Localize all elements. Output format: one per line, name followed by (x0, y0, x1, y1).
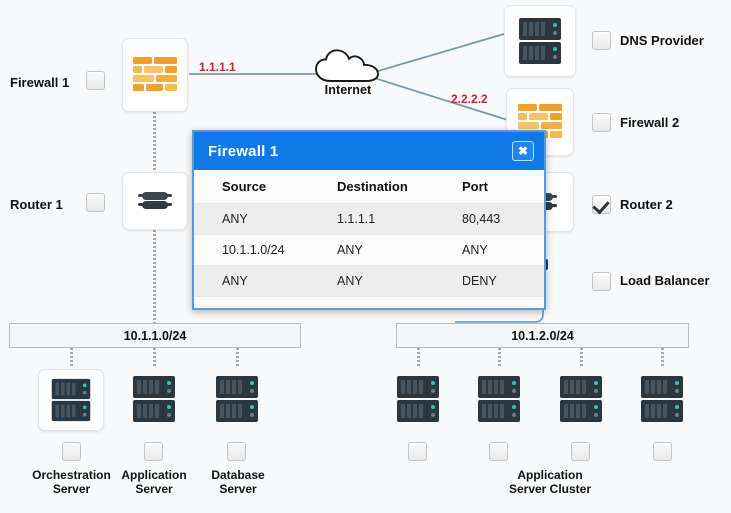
checkbox-cluster-server-3[interactable] (571, 442, 590, 461)
table-row[interactable]: 10.1.1.0/24 ANY ANY (194, 235, 544, 266)
cloud-icon (314, 48, 382, 84)
label-load-balancer: Load Balancer (620, 273, 710, 288)
server-icon (214, 375, 260, 423)
link-subnet2-server4 (661, 348, 664, 368)
server-icon (518, 17, 562, 65)
subnet-bar-10-1-2-0[interactable]: 10.1.2.0/24 (396, 323, 689, 348)
link-router1-subnet1 (153, 230, 156, 323)
label-router2: Router 2 (620, 197, 673, 212)
label-line1: Database (211, 468, 264, 482)
dialog-title: Firewall 1 (208, 143, 278, 160)
checkbox-orchestration-server[interactable] (62, 442, 81, 461)
table-body: ANY 1.1.1.1 80,443 10.1.1.0/24 ANY ANY A… (194, 204, 544, 297)
link-subnet1-server2 (153, 348, 156, 368)
column-header-port: Port (446, 170, 544, 204)
router-icon (138, 190, 172, 212)
server-icon (131, 375, 177, 423)
checkbox-load-balancer[interactable] (592, 272, 611, 291)
link-subnet1-server3 (236, 348, 239, 368)
node-cluster-server-1[interactable] (392, 372, 444, 426)
internet-cloud: Internet (310, 48, 386, 97)
checkbox-cluster-server-1[interactable] (408, 442, 427, 461)
checkbox-database-server[interactable] (227, 442, 246, 461)
column-header-destination: Destination (327, 170, 446, 204)
label-firewall2: Firewall 2 (620, 115, 679, 130)
cell-destination: 1.1.1.1 (327, 204, 446, 235)
cell-destination: ANY (327, 266, 446, 297)
node-cluster-server-3[interactable] (555, 372, 607, 426)
link-subnet1-server1 (70, 348, 73, 368)
node-cluster-server-4[interactable] (636, 372, 688, 426)
cell-port: ANY (446, 235, 544, 266)
checkbox-firewall1[interactable] (86, 71, 105, 90)
cell-source: ANY (194, 266, 327, 297)
label-orchestration-server: Orchestration Server (15, 468, 128, 497)
column-header-source: Source (194, 170, 327, 204)
label-line1: Application (517, 468, 582, 482)
link-subnet2-server2 (498, 348, 501, 368)
link-firewall1-router1 (153, 112, 156, 172)
link-internet-firewall2 (368, 72, 518, 126)
label-firewall1: Firewall 1 (10, 75, 69, 90)
table-row[interactable]: ANY ANY DENY (194, 266, 544, 297)
table-header-row: Source Destination Port (194, 170, 544, 204)
dialog-body: Source Destination Port ANY 1.1.1.1 80,4… (194, 170, 544, 308)
cell-port: 80,443 (446, 204, 544, 235)
label-application-server: Application Server (113, 468, 195, 497)
node-firewall1[interactable] (122, 38, 188, 112)
network-diagram-canvas: Internet Firewall 1 1.1.1.1 Router 1 (0, 0, 731, 513)
label-line1: Orchestration (32, 468, 111, 482)
close-icon[interactable]: ✖ (512, 141, 534, 161)
server-icon (476, 375, 522, 423)
checkbox-cluster-server-2[interactable] (489, 442, 508, 461)
checkbox-firewall2[interactable] (592, 113, 611, 132)
label-database-server: Database Server (198, 468, 278, 497)
server-icon (558, 375, 604, 423)
node-cluster-server-2[interactable] (473, 372, 525, 426)
label-line2: Server (135, 482, 172, 496)
cell-port: DENY (446, 266, 544, 297)
cell-source: ANY (194, 204, 327, 235)
firewall-rules-dialog[interactable]: Firewall 1 ✖ Source Destination Port ANY… (192, 130, 546, 310)
label-line2: Server Cluster (509, 482, 591, 496)
checkbox-router2[interactable] (592, 195, 611, 214)
node-dns-provider[interactable] (504, 5, 576, 77)
dialog-title-bar: Firewall 1 ✖ (194, 132, 544, 170)
label-line2: Server (219, 482, 256, 496)
firewall-rules-table: Source Destination Port ANY 1.1.1.1 80,4… (194, 170, 544, 297)
checkbox-cluster-server-4[interactable] (653, 442, 672, 461)
node-router1[interactable] (122, 172, 188, 230)
table-row[interactable]: ANY 1.1.1.1 80,443 (194, 204, 544, 235)
label-dns-provider: DNS Provider (620, 33, 704, 48)
link-subnet2-server1 (417, 348, 420, 368)
server-icon (639, 375, 685, 423)
label-line1: Application (121, 468, 186, 482)
cell-source: 10.1.1.0/24 (194, 235, 327, 266)
ip-label-2222: 2.2.2.2 (451, 92, 488, 106)
internet-cloud-label: Internet (310, 83, 386, 97)
node-database-server[interactable] (211, 372, 263, 426)
cell-destination: ANY (327, 235, 446, 266)
node-orchestration-server[interactable] (38, 369, 104, 431)
server-icon (395, 375, 441, 423)
label-line2: Server (53, 482, 90, 496)
subnet-bar-10-1-1-0[interactable]: 10.1.1.0/24 (9, 323, 301, 348)
checkbox-router1[interactable] (86, 193, 105, 212)
subnet-label: 10.1.2.0/24 (511, 329, 574, 343)
table-header: Source Destination Port (194, 170, 544, 204)
link-internet-dns (368, 30, 508, 78)
label-router1: Router 1 (10, 197, 63, 212)
link-subnet2-server3 (580, 348, 583, 368)
ip-label-1111: 1.1.1.1 (199, 60, 236, 74)
checkbox-dns-provider[interactable] (592, 31, 611, 50)
subnet-label: 10.1.1.0/24 (124, 329, 187, 343)
server-icon (50, 378, 92, 422)
checkbox-application-server[interactable] (144, 442, 163, 461)
firewall-icon (132, 55, 178, 95)
label-application-server-cluster: Application Server Cluster (480, 468, 620, 497)
node-application-server[interactable] (128, 372, 180, 426)
